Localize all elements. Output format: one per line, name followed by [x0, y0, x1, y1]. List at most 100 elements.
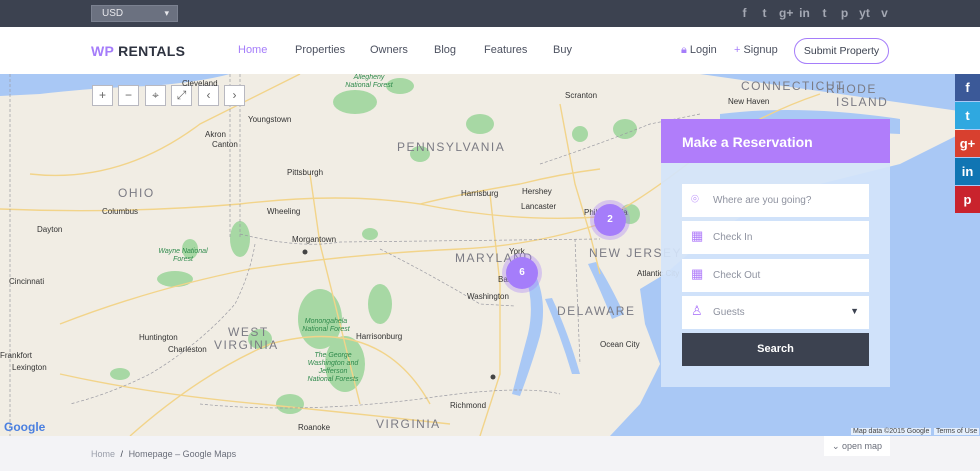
- check-in-input[interactable]: ▦ Check In: [682, 221, 869, 254]
- open-map-label: open map: [842, 441, 883, 451]
- state-label: DELAWARE: [557, 304, 636, 318]
- prev-button[interactable]: ‹: [198, 85, 219, 106]
- top-social-links: f t g+ in t p yt v: [739, 6, 890, 20]
- submit-property-button[interactable]: Submit Property: [794, 38, 889, 64]
- check-out-input[interactable]: ▦ Check Out: [682, 259, 869, 292]
- terms-link[interactable]: Terms of Use: [934, 428, 980, 435]
- city-label: Youngstown: [248, 115, 292, 124]
- google-plus-share-icon[interactable]: g+: [955, 130, 980, 157]
- main-nav: Home Properties Owners Blog Features Buy: [238, 44, 572, 56]
- facebook-share-icon[interactable]: f: [955, 74, 980, 101]
- youtube-icon[interactable]: yt: [859, 6, 870, 20]
- lock-icon: 🔒︎: [681, 44, 687, 56]
- site-header: WP RENTALS Home Properties Owners Blog F…: [0, 27, 980, 74]
- site-logo[interactable]: WP RENTALS: [91, 43, 185, 59]
- city-label: Frankfort: [0, 351, 33, 360]
- twitter-share-icon[interactable]: t: [955, 102, 980, 129]
- map-pin-icon: ⌾: [691, 191, 699, 206]
- signup-link[interactable]: + Signup: [734, 44, 778, 56]
- map-attribution: Map data ©2015 Google: [851, 428, 932, 435]
- facebook-icon[interactable]: f: [739, 6, 750, 20]
- login-link[interactable]: 🔒︎ Login: [681, 44, 717, 57]
- logo-wp: WP: [91, 43, 114, 59]
- city-label: Akron: [205, 130, 226, 139]
- breadcrumb-current: Homepage – Google Maps: [128, 449, 237, 459]
- city-label: Roanoke: [298, 423, 331, 432]
- city-label: Richmond: [450, 401, 487, 410]
- chevron-down-icon: ⌄: [831, 441, 840, 451]
- city-label: Morgantown: [292, 235, 337, 244]
- linkedin-share-icon[interactable]: in: [955, 158, 980, 185]
- my-location-button[interactable]: ⌖: [145, 85, 166, 106]
- breadcrumb-separator: /: [120, 449, 124, 459]
- park-label: Allegheny National Forest: [345, 74, 393, 89]
- state-label: OHIO: [118, 186, 155, 200]
- calendar-icon: ▦: [691, 228, 704, 243]
- city-label: Harrisonburg: [356, 332, 403, 341]
- where-input[interactable]: ⌾ Where are you going?: [682, 184, 869, 217]
- map-cluster-marker[interactable]: 6: [506, 257, 538, 289]
- state-label: VIRGINIA: [214, 338, 279, 352]
- nav-blog[interactable]: Blog: [434, 44, 484, 56]
- city-label: Scranton: [565, 91, 598, 100]
- city-label: Cincinnati: [9, 277, 45, 286]
- zoom-in-button[interactable]: +: [92, 85, 113, 106]
- nav-home[interactable]: Home: [238, 44, 295, 56]
- fullscreen-button[interactable]: ⤢: [171, 85, 192, 106]
- state-label: WEST: [228, 325, 269, 339]
- guests-select[interactable]: ♙ Guests ▼: [682, 296, 869, 329]
- google-plus-icon[interactable]: g+: [779, 6, 793, 20]
- city-label: Charleston: [168, 345, 207, 354]
- nav-features[interactable]: Features: [484, 44, 553, 56]
- city-label: Harrisburg: [461, 189, 499, 198]
- reservation-panel: Make a Reservation ⌾ Where are you going…: [661, 119, 890, 387]
- map-cluster-marker[interactable]: 2: [594, 204, 626, 236]
- state-label: VIRGINIA: [376, 417, 441, 431]
- pinterest-icon[interactable]: p: [839, 6, 850, 20]
- chevron-down-icon: ▼: [850, 306, 859, 316]
- calendar-icon: ▦: [691, 266, 704, 281]
- side-social-bar: f t g+ in p: [955, 74, 980, 214]
- nav-buy[interactable]: Buy: [553, 44, 572, 56]
- vimeo-icon[interactable]: v: [879, 6, 890, 20]
- zoom-out-button[interactable]: −: [118, 85, 139, 106]
- nav-properties[interactable]: Properties: [295, 44, 370, 56]
- city-label: Lexington: [12, 363, 47, 372]
- city-label: Ocean City: [600, 340, 640, 349]
- breadcrumb: Home / Homepage – Google Maps: [91, 449, 236, 459]
- city-label: Huntington: [139, 333, 178, 342]
- city-label: Cleveland: [182, 79, 218, 88]
- city-label: New Haven: [728, 97, 770, 106]
- where-placeholder: Where are you going?: [713, 195, 812, 206]
- nav-owners[interactable]: Owners: [370, 44, 434, 56]
- tumblr-icon[interactable]: t: [819, 6, 830, 20]
- check-in-placeholder: Check In: [713, 232, 753, 243]
- city-label: Lancaster: [521, 202, 557, 211]
- guests-placeholder: Guests: [713, 307, 745, 318]
- city-label: Columbus: [102, 207, 139, 216]
- pinterest-share-icon[interactable]: p: [955, 186, 980, 213]
- city-label: Wheeling: [267, 207, 301, 216]
- city-label: Canton: [212, 140, 238, 149]
- city-label: Pittsburgh: [287, 168, 324, 177]
- signup-label: Signup: [743, 44, 778, 56]
- park-label: Monongahela National Forest: [302, 318, 350, 333]
- twitter-icon[interactable]: t: [759, 6, 770, 20]
- top-bar: USD ▾ f t g+ in t p yt v: [0, 0, 980, 27]
- park-label: Wayne National Forest: [158, 248, 208, 263]
- breadcrumb-home[interactable]: Home: [91, 449, 115, 459]
- search-button[interactable]: Search: [682, 333, 869, 366]
- city-label: York: [509, 247, 525, 256]
- reservation-title: Make a Reservation: [661, 119, 890, 163]
- next-button[interactable]: ›: [224, 85, 245, 106]
- check-out-placeholder: Check Out: [713, 270, 761, 281]
- open-map-button[interactable]: ⌄ open map: [824, 436, 890, 456]
- linkedin-icon[interactable]: in: [799, 6, 810, 20]
- park-label: The George Washington and Jefferson Nati…: [307, 352, 359, 383]
- google-logo: Google: [4, 420, 46, 434]
- city-label: Washington: [467, 292, 509, 301]
- state-label: PENNSYLVANIA: [397, 140, 506, 154]
- plus-icon: +: [734, 44, 741, 56]
- chevron-down-icon: ▾: [164, 8, 169, 18]
- currency-select[interactable]: USD ▾: [91, 5, 178, 22]
